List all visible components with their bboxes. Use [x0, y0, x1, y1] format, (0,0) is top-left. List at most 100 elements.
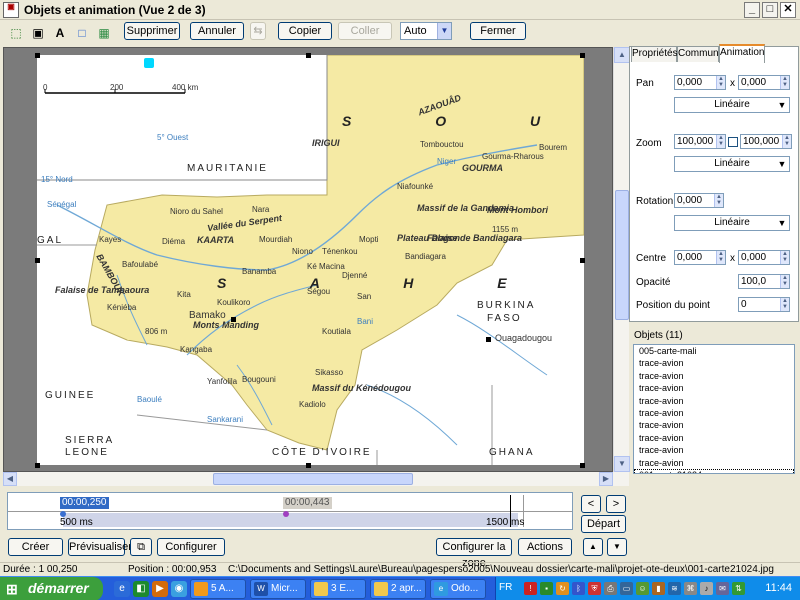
spinner-icon[interactable]: ▲ ▼ — [780, 251, 789, 264]
volume-icon[interactable]: ♪ — [700, 582, 713, 595]
horizontal-scroll-thumb[interactable] — [213, 473, 413, 485]
zoom-x-input[interactable]: 100,000 ▲ ▼ — [674, 134, 726, 149]
minimize-button[interactable]: _ — [744, 2, 760, 18]
antivirus-icon[interactable]: ! — [524, 582, 537, 595]
timeline-current-time[interactable]: 00:00,250 — [60, 497, 109, 509]
canvas-area[interactable]: 0 200 400 km MAURITANIE BURKINA FASO GUI… — [3, 47, 613, 472]
list-item[interactable]: trace-avion — [634, 357, 794, 369]
resize-handle-w[interactable] — [35, 258, 40, 263]
explorer-icon[interactable]: e — [114, 581, 130, 597]
security-icon[interactable]: ⛨ — [588, 582, 601, 595]
spinner-icon[interactable]: ▲ ▼ — [780, 275, 789, 288]
undo-button[interactable]: Annuler — [190, 22, 244, 40]
actions-button[interactable]: Actions — [518, 538, 572, 556]
list-item[interactable]: trace-avion — [634, 395, 794, 407]
depart-button[interactable]: Départ — [581, 515, 626, 533]
network-icon[interactable]: ▪ — [540, 582, 553, 595]
tab-proprietes[interactable]: Propriétés — [631, 46, 678, 62]
configure-zone-button[interactable]: Configurer la zone — [436, 538, 512, 569]
taskbar-item-2[interactable]: W Micr... — [250, 579, 306, 599]
messenger-icon[interactable]: ✉ — [716, 582, 729, 595]
tab-animation[interactable]: Animation — [719, 44, 765, 63]
resize-handle-s[interactable] — [306, 463, 311, 468]
list-item[interactable]: trace-avion — [634, 407, 794, 419]
centre-x-input[interactable]: 0,000 ▲ ▼ — [674, 250, 726, 265]
resize-handle-nw[interactable] — [35, 53, 40, 58]
rotation-interp-select[interactable]: Linéaire ▼ — [674, 215, 790, 231]
copy-button[interactable]: Copier — [278, 22, 332, 40]
next-keyframe-button[interactable]: > — [606, 495, 626, 513]
start-button[interactable]: ⊞ démarrer — [0, 577, 103, 600]
chat-icon[interactable]: ☺ — [636, 582, 649, 595]
list-item[interactable]: trace-avion — [634, 382, 794, 394]
vertical-scroll-thumb[interactable] — [615, 190, 629, 320]
desktop-icon[interactable]: ◧ — [133, 581, 149, 597]
map-image[interactable]: 0 200 400 km MAURITANIE BURKINA FASO GUI… — [37, 55, 584, 465]
zoom-y-input[interactable]: 100,000 ▲ ▼ — [740, 134, 792, 149]
spinner-icon[interactable]: ▲ ▼ — [780, 76, 789, 89]
scroll-up-icon[interactable]: ▲ — [614, 47, 630, 63]
spinner-icon[interactable]: ▲ ▼ — [716, 76, 725, 89]
zoom-select[interactable]: Auto ▼ — [400, 22, 452, 40]
maximize-button[interactable]: □ — [762, 2, 778, 18]
spinner-icon[interactable]: ▲ ▼ — [780, 298, 789, 311]
zoom-lock-checkbox[interactable] — [728, 137, 738, 147]
position-input[interactable]: 0 ▲ ▼ — [738, 297, 790, 312]
select-icon[interactable]: ⬚ — [8, 25, 24, 41]
resize-handle-sw[interactable] — [35, 463, 40, 468]
list-item-selected[interactable]: 001-carte21024 — [634, 468, 794, 473]
opacity-input[interactable]: 100,0 ▲ ▼ — [738, 274, 790, 289]
taskbar-item-4[interactable]: 2 apr... — [370, 579, 426, 599]
objects-list[interactable]: 005-carte-mali trace-avion trace-avion t… — [633, 344, 795, 474]
sync-icon[interactable]: ⇅ — [732, 582, 745, 595]
close-button[interactable]: Fermer — [470, 22, 526, 40]
list-item[interactable]: 005-carte-mali — [634, 345, 794, 357]
timeline-second-time[interactable]: 00:00,443 — [283, 497, 332, 509]
image-icon[interactable]: ▣ — [30, 25, 46, 41]
wifi-icon[interactable]: ≋ — [668, 582, 681, 595]
centre-y-input[interactable]: 0,000 ▲ ▼ — [738, 250, 790, 265]
vertical-scrollbar[interactable]: ▲ ▼ — [613, 47, 630, 472]
redo-button[interactable]: ⇆ — [250, 22, 266, 40]
create-button[interactable]: Créer — [8, 538, 63, 556]
paste-button[interactable]: Coller — [338, 22, 392, 40]
close-window-button[interactable]: ✕ — [780, 2, 796, 18]
move-up-button[interactable]: ▲ — [583, 538, 603, 556]
hardware-icon[interactable]: ⌘ — [684, 582, 697, 595]
spinner-icon[interactable]: ▲ ▼ — [714, 194, 723, 207]
resize-handle-n[interactable] — [306, 53, 311, 58]
preview-button[interactable]: Prévisualiser — [68, 538, 132, 556]
media-icon[interactable]: ▶ — [152, 581, 168, 597]
horizontal-scrollbar[interactable]: ◀ ▶ — [3, 472, 629, 486]
spinner-icon[interactable]: ▲ ▼ — [782, 135, 791, 148]
scroll-down-icon[interactable]: ▼ — [614, 456, 630, 472]
rotation-input[interactable]: 0,000 ▲ ▼ — [674, 193, 724, 208]
spinner-icon[interactable]: ▲ ▼ — [716, 135, 725, 148]
move-down-button[interactable]: ▼ — [607, 538, 627, 556]
timeline[interactable]: 00:00,250 00:00,443 500 ms 1500 ms — [7, 492, 573, 530]
keyframe-marker-2[interactable] — [283, 511, 289, 517]
battery-icon[interactable]: ▮ — [652, 582, 665, 595]
pan-x-input[interactable]: 0,000 ▲ ▼ — [674, 75, 726, 90]
tab-commun[interactable]: Commun — [677, 46, 719, 62]
picture-icon[interactable]: ▦ — [96, 25, 112, 41]
zoom-interp-select[interactable]: Linéaire ▼ — [674, 156, 790, 172]
pan-interp-select[interactable]: Linéaire ▼ — [674, 97, 790, 113]
duplicate-icon[interactable]: ⧉ — [130, 538, 152, 556]
taskbar-item-3[interactable]: 3 E... — [310, 579, 366, 599]
list-item[interactable]: trace-avion — [634, 419, 794, 431]
delete-button[interactable]: Supprimer — [124, 22, 180, 40]
clock[interactable]: 11:44 — [765, 582, 792, 594]
resize-handle-ne[interactable] — [580, 53, 585, 58]
list-item[interactable]: trace-avion — [634, 457, 794, 469]
printer-icon[interactable]: ⎙ — [604, 582, 617, 595]
resize-handle-se[interactable] — [580, 463, 585, 468]
spinner-icon[interactable]: ▲ ▼ — [716, 251, 725, 264]
scroll-left-icon[interactable]: ◀ — [3, 472, 17, 486]
rectangle-icon[interactable]: □ — [74, 25, 90, 41]
pan-y-input[interactable]: 0,000 ▲ ▼ — [738, 75, 790, 90]
display-icon[interactable]: ▭ — [620, 582, 633, 595]
language-indicator[interactable]: FR — [499, 582, 512, 593]
list-item[interactable]: trace-avion — [634, 432, 794, 444]
bluetooth-icon[interactable]: ᛒ — [572, 582, 585, 595]
